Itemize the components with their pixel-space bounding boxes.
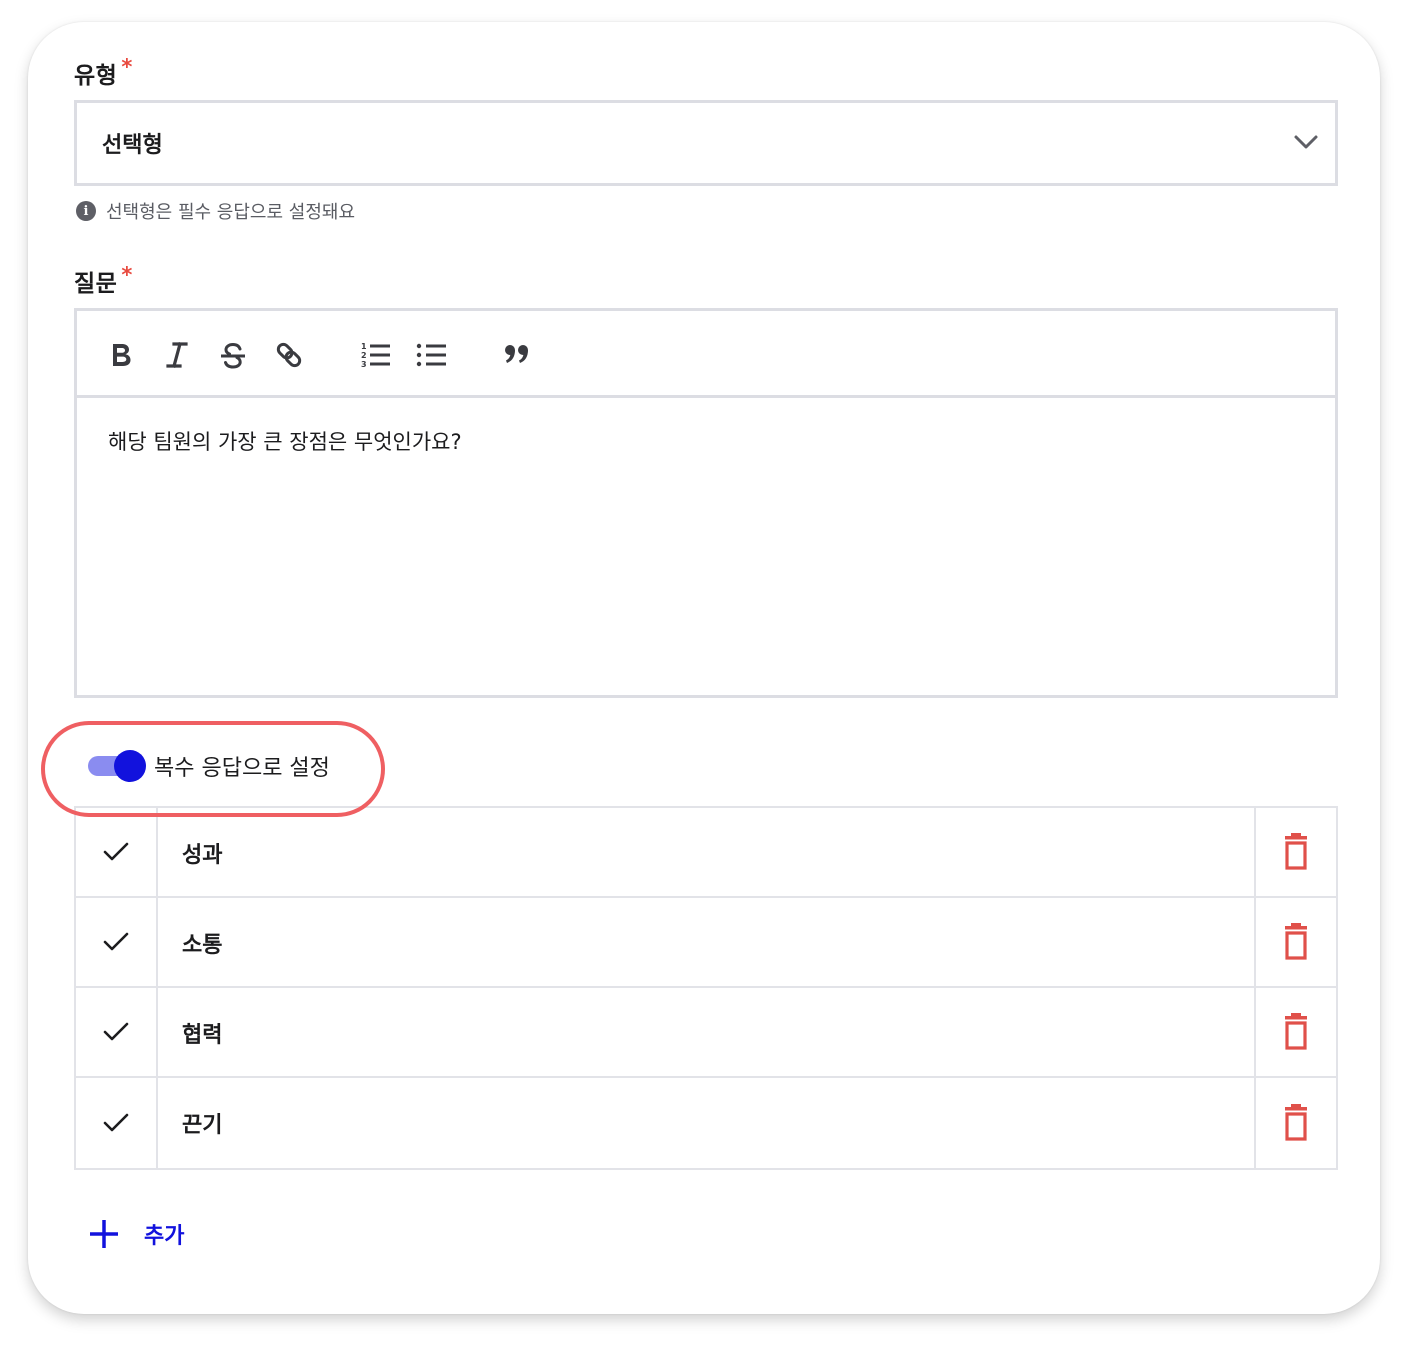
trash-icon <box>1285 833 1307 870</box>
bullet-list-button[interactable] <box>414 337 450 373</box>
question-form-card: 유형 * 선택형 i 선택형은 필수 응답으로 설정돼요 질문 * 1 2 3 … <box>28 22 1380 1314</box>
add-option-button[interactable]: 추가 <box>88 1218 184 1250</box>
bullet-list-icon <box>416 343 446 367</box>
option-label[interactable]: 끈기 <box>182 1107 222 1139</box>
ordered-list-icon: 1 2 3 <box>361 342 390 369</box>
delete-option-button[interactable] <box>1254 898 1336 986</box>
check-icon <box>103 932 129 951</box>
quote-icon <box>505 345 528 363</box>
link-icon <box>276 342 302 368</box>
type-label: 유형 * <box>74 55 133 90</box>
type-select-value: 선택형 <box>102 133 163 158</box>
check-icon <box>103 842 129 861</box>
editor-toolbar: 1 2 3 <box>77 311 1335 398</box>
italic-button[interactable] <box>159 337 195 373</box>
bold-icon <box>113 344 131 366</box>
option-check[interactable] <box>76 988 158 1076</box>
multi-response-setting: 복수 응답으로 설정 <box>88 749 330 783</box>
required-mark: * <box>121 263 133 287</box>
option-label[interactable]: 성과 <box>182 837 222 869</box>
chevron-down-icon <box>1294 135 1318 149</box>
add-option-label: 추가 <box>144 1224 185 1249</box>
option-row: 소통 <box>76 898 1336 988</box>
trash-icon <box>1285 1013 1307 1050</box>
bold-button[interactable] <box>103 337 139 373</box>
plus-icon <box>90 1220 118 1248</box>
italic-icon <box>166 342 188 368</box>
option-label[interactable]: 소통 <box>182 927 222 959</box>
trash-icon <box>1285 1104 1307 1141</box>
delete-option-button[interactable] <box>1254 808 1336 896</box>
multi-response-toggle[interactable] <box>88 749 146 783</box>
delete-option-button[interactable] <box>1254 1078 1336 1168</box>
question-label-text: 질문 <box>74 271 118 297</box>
type-helper: i 선택형은 필수 응답으로 설정돼요 <box>76 198 355 224</box>
svg-text:1: 1 <box>361 342 367 351</box>
option-check[interactable] <box>76 1078 158 1168</box>
link-button[interactable] <box>271 337 307 373</box>
trash-icon <box>1285 923 1307 960</box>
option-row: 성과 <box>76 808 1336 898</box>
info-icon: i <box>76 201 96 221</box>
option-row: 끈기 <box>76 1078 1336 1168</box>
delete-option-button[interactable] <box>1254 988 1336 1076</box>
type-helper-text: 선택형은 필수 응답으로 설정돼요 <box>106 202 356 223</box>
option-row: 협력 <box>76 988 1336 1078</box>
quote-button[interactable] <box>499 337 535 373</box>
required-mark: * <box>121 55 133 79</box>
strikethrough-button[interactable] <box>215 337 251 373</box>
svg-text:2: 2 <box>361 351 367 360</box>
option-check[interactable] <box>76 898 158 986</box>
options-list: 성과 소통 협력 끈기 <box>74 806 1338 1170</box>
strikethrough-icon <box>221 342 245 369</box>
type-select[interactable]: 선택형 <box>74 100 1338 186</box>
editor-content[interactable]: 해당 팀원의 가장 큰 장점은 무엇인가요? <box>108 426 462 456</box>
multi-response-label: 복수 응답으로 설정 <box>154 756 330 781</box>
question-editor: 1 2 3 해당 팀원의 가장 큰 장점은 무엇인가요? <box>74 308 1338 698</box>
svg-text:3: 3 <box>361 360 367 369</box>
ordered-list-button[interactable]: 1 2 3 <box>358 337 394 373</box>
option-check[interactable] <box>76 808 158 896</box>
toggle-knob <box>114 750 146 782</box>
type-label-text: 유형 <box>74 63 118 89</box>
check-icon <box>103 1022 129 1041</box>
check-icon <box>103 1113 129 1132</box>
question-label: 질문 * <box>74 263 133 298</box>
option-label[interactable]: 협력 <box>182 1017 222 1049</box>
